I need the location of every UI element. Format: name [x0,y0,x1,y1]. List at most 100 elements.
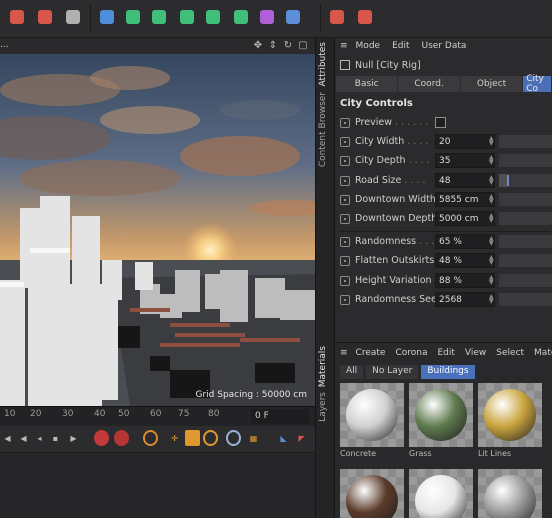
param-value-field[interactable]: 48 [435,172,495,188]
tab-city-controls[interactable]: City Co [523,74,551,94]
keyframe-toggle-icon[interactable] [340,275,350,286]
param-value-field[interactable]: 35 [435,153,495,169]
param-value-field[interactable]: 48 % [435,253,495,269]
keyframe-toggle-icon[interactable] [340,194,350,205]
current-frame-field[interactable]: 0 F [251,409,309,424]
deformer-icon[interactable] [256,6,278,28]
spinner-arrows-icon[interactable]: ▲ ▼ [489,293,494,304]
tab-layers[interactable]: Layers [318,392,328,422]
play-backward-icon[interactable]: ◂ [32,430,47,446]
param-value-field[interactable]: 5000 cm [435,211,495,227]
menu-view[interactable]: View [465,348,486,358]
scale-key-icon[interactable] [185,430,200,446]
param-value-field[interactable]: 65 % [435,234,495,249]
param-slider[interactable] [499,173,552,187]
go-to-end-icon[interactable]: ▶ [66,430,81,446]
scene-icon[interactable] [282,6,304,28]
menu-edit[interactable]: Edit [437,348,454,358]
spinner-arrows-icon[interactable]: ▲ ▼ [489,236,494,247]
render-settings-icon[interactable] [62,6,84,28]
timeline-settings-icon[interactable]: ◤ [294,430,309,446]
filter-all[interactable]: All [340,365,364,379]
extrude-generator-icon[interactable] [176,6,198,28]
maximize-view-icon[interactable]: ▢ [297,39,309,51]
param-slider[interactable] [499,212,552,226]
filter-no-layer[interactable]: No Layer [366,365,419,379]
keyframe-toggle-icon[interactable] [340,214,350,225]
tab-attributes[interactable]: Attributes [318,42,328,86]
go-to-start-icon[interactable]: ◀ [0,430,15,446]
stop-icon[interactable]: ▪ [48,430,63,446]
keyframe-toggle-icon[interactable] [340,118,350,128]
param-key-icon[interactable] [226,430,241,446]
material-swatch[interactable] [340,469,404,518]
spinner-arrows-icon[interactable]: ▲ ▼ [489,155,494,166]
previous-key-icon[interactable]: ◀ [16,430,31,446]
tab-object[interactable]: Object [460,76,523,92]
material-swatch[interactable] [478,469,542,518]
tab-content-browser[interactable]: Content Browser [318,92,328,167]
preview-checkbox[interactable] [435,117,446,128]
timeline-ruler[interactable]: 10 20 30 40 50 60 75 80 0 F [0,406,315,426]
pla-key-icon[interactable]: ▦ [246,430,261,446]
tab-coord[interactable]: Coord. [398,76,460,92]
menu-mode[interactable]: Mode [356,41,381,51]
param-slider[interactable] [499,192,552,206]
param-slider[interactable] [499,254,552,268]
param-value-field[interactable]: 88 % [435,272,495,288]
menu-create[interactable]: Create [356,348,386,358]
menu-corona[interactable]: Corona [395,348,427,358]
param-slider[interactable] [499,292,552,306]
spinner-arrows-icon[interactable]: ▲ ▼ [489,274,494,285]
keyframe-toggle-icon[interactable] [340,175,350,186]
material-menu-icon[interactable]: ≡ [340,348,348,358]
render-view-icon[interactable] [34,6,56,28]
render-region-icon[interactable] [6,6,28,28]
keyframe-toggle-icon[interactable] [340,137,350,147]
menu-hamburger-icon[interactable]: ≡ [340,41,348,51]
param-value-field[interactable]: 5855 cm [435,191,495,207]
cloner-icon[interactable] [202,6,224,28]
viewport[interactable]: ... ✥ ⇕ ↻ ▢ Grid Spacing: 50000 cm [0,38,315,406]
keyframe-toggle-icon[interactable] [340,294,350,305]
keyframe-selection-icon[interactable] [143,430,158,446]
param-slider[interactable] [499,235,552,248]
tab-basic[interactable]: Basic [336,76,398,92]
material-swatch[interactable] [409,469,473,518]
camera-icon[interactable] [326,6,348,28]
keyframe-toggle-icon[interactable] [340,237,350,247]
spinner-arrows-icon[interactable]: ▲ ▼ [489,136,494,147]
param-slider[interactable] [499,154,552,168]
param-slider[interactable] [499,273,552,287]
material-swatch[interactable]: Grass [409,383,473,458]
param-value-field[interactable]: 2568 [435,291,495,307]
move-view-icon[interactable]: ✥ [252,39,264,51]
autokey-icon[interactable] [114,430,129,446]
param-value-field[interactable]: 20 [435,134,495,149]
param-slider[interactable] [499,135,552,148]
cube-icon[interactable] [96,6,118,28]
tab-materials[interactable]: Materials [318,346,328,387]
light-icon[interactable] [354,6,376,28]
filter-buildings[interactable]: Buildings [421,365,475,379]
menu-material[interactable]: Mate [534,348,552,358]
keyframe-toggle-icon[interactable] [340,256,350,267]
motion-tracks-icon[interactable]: ◣ [276,430,291,446]
rotate-view-icon[interactable]: ↻ [282,39,294,51]
material-swatch[interactable]: Concrete [340,383,404,458]
pen-spline-icon[interactable] [122,6,144,28]
material-swatch[interactable]: Lit Lines [478,383,542,458]
menu-user-data[interactable]: User Data [422,41,467,51]
record-icon[interactable] [94,430,109,446]
spinner-arrows-icon[interactable]: ▲ ▼ [489,193,494,204]
rotate-key-icon[interactable] [203,430,218,446]
array-icon[interactable] [230,6,252,28]
move-key-icon[interactable]: ✛ [167,430,182,446]
spinner-arrows-icon[interactable]: ▲ ▼ [489,213,494,224]
spinner-arrows-icon[interactable]: ▲ ▼ [489,255,494,266]
menu-edit[interactable]: Edit [392,41,409,51]
subdivision-icon[interactable] [148,6,170,28]
keyframe-toggle-icon[interactable] [340,156,350,167]
scale-view-icon[interactable]: ⇕ [267,39,279,51]
menu-select[interactable]: Select [496,348,524,358]
